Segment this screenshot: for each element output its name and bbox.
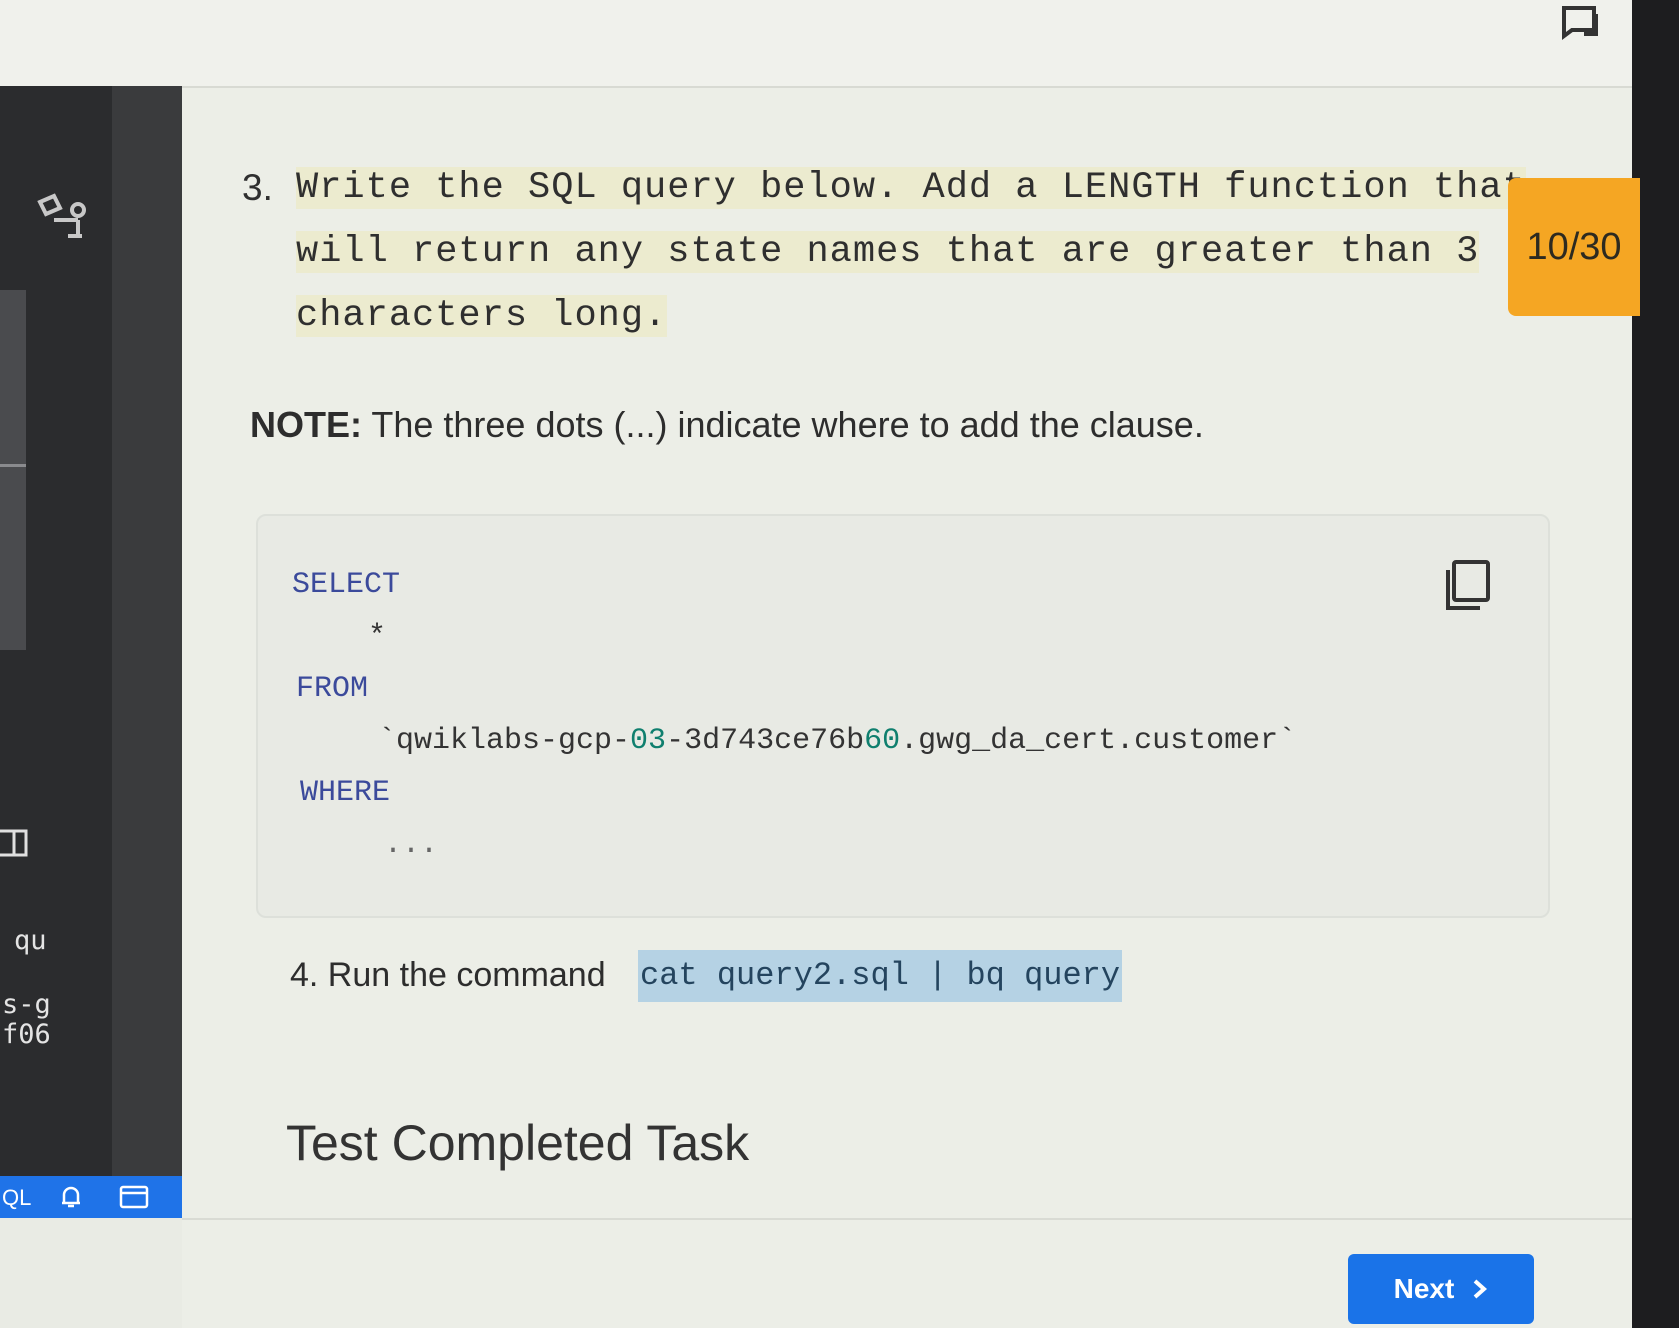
code-block (256, 514, 1550, 918)
code-from: FROM (296, 672, 369, 706)
note-label: NOTE: (250, 404, 362, 445)
command-snippet[interactable]: cat query2.sql | bq query (638, 950, 1123, 1002)
cloud-shell-toolbar (112, 86, 182, 1218)
terminal-text: s-g (2, 989, 51, 1020)
terminal-text: qu (14, 925, 47, 956)
terminal-text: f06 (2, 1019, 51, 1050)
step-number: 3. (242, 167, 273, 208)
status-bar: QL (0, 1176, 183, 1218)
chevron-right-icon (1474, 1279, 1488, 1299)
section-title: Test Completed Task (286, 1115, 750, 1171)
code-star: * (368, 620, 387, 654)
step-4-text: 4. Run the command (290, 956, 606, 994)
status-label[interactable]: QL (2, 1185, 31, 1211)
progress-badge: 10/30 (1508, 178, 1640, 316)
code-where: WHERE (300, 776, 391, 810)
note: NOTE: The three dots (...) indicate wher… (250, 404, 1204, 446)
scrollbar-track[interactable] (0, 290, 26, 650)
window-icon[interactable] (118, 1185, 150, 1209)
code-select: SELECT (292, 568, 401, 602)
branch-icon[interactable] (32, 190, 92, 250)
scrollbar-thumb[interactable] (0, 464, 26, 467)
copy-icon[interactable] (1442, 558, 1494, 614)
step-3-text: Write the SQL query below. Add a LENGTH … (296, 167, 1526, 337)
next-button-label: Next (1393, 1273, 1455, 1304)
feedback-icon[interactable] (1556, 2, 1604, 42)
code-table: `qwiklabs-gcp-03-3d743ce76b60.gwg_da_cer… (378, 724, 1297, 758)
code-dots: ... (384, 828, 439, 862)
top-bar (0, 0, 1679, 88)
panel-icon[interactable] (0, 828, 30, 858)
note-text: The three dots (...) indicate where to a… (362, 404, 1204, 445)
bell-icon[interactable] (58, 1184, 84, 1210)
next-button[interactable]: Next (1348, 1254, 1534, 1324)
